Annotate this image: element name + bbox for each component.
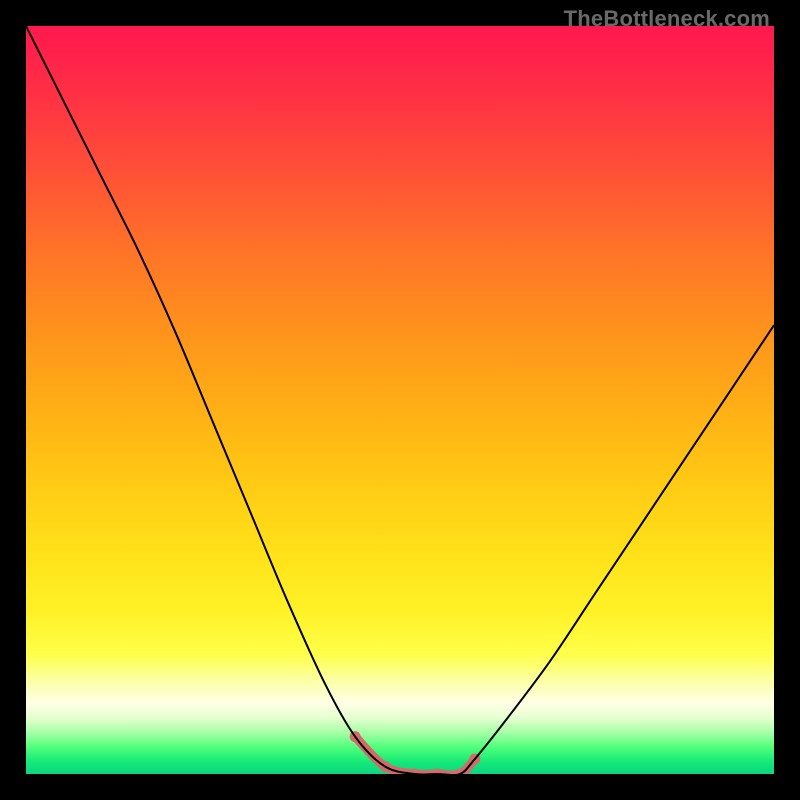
chart-frame bbox=[26, 26, 774, 774]
chart-background bbox=[26, 26, 774, 774]
bottleneck-chart bbox=[26, 26, 774, 774]
